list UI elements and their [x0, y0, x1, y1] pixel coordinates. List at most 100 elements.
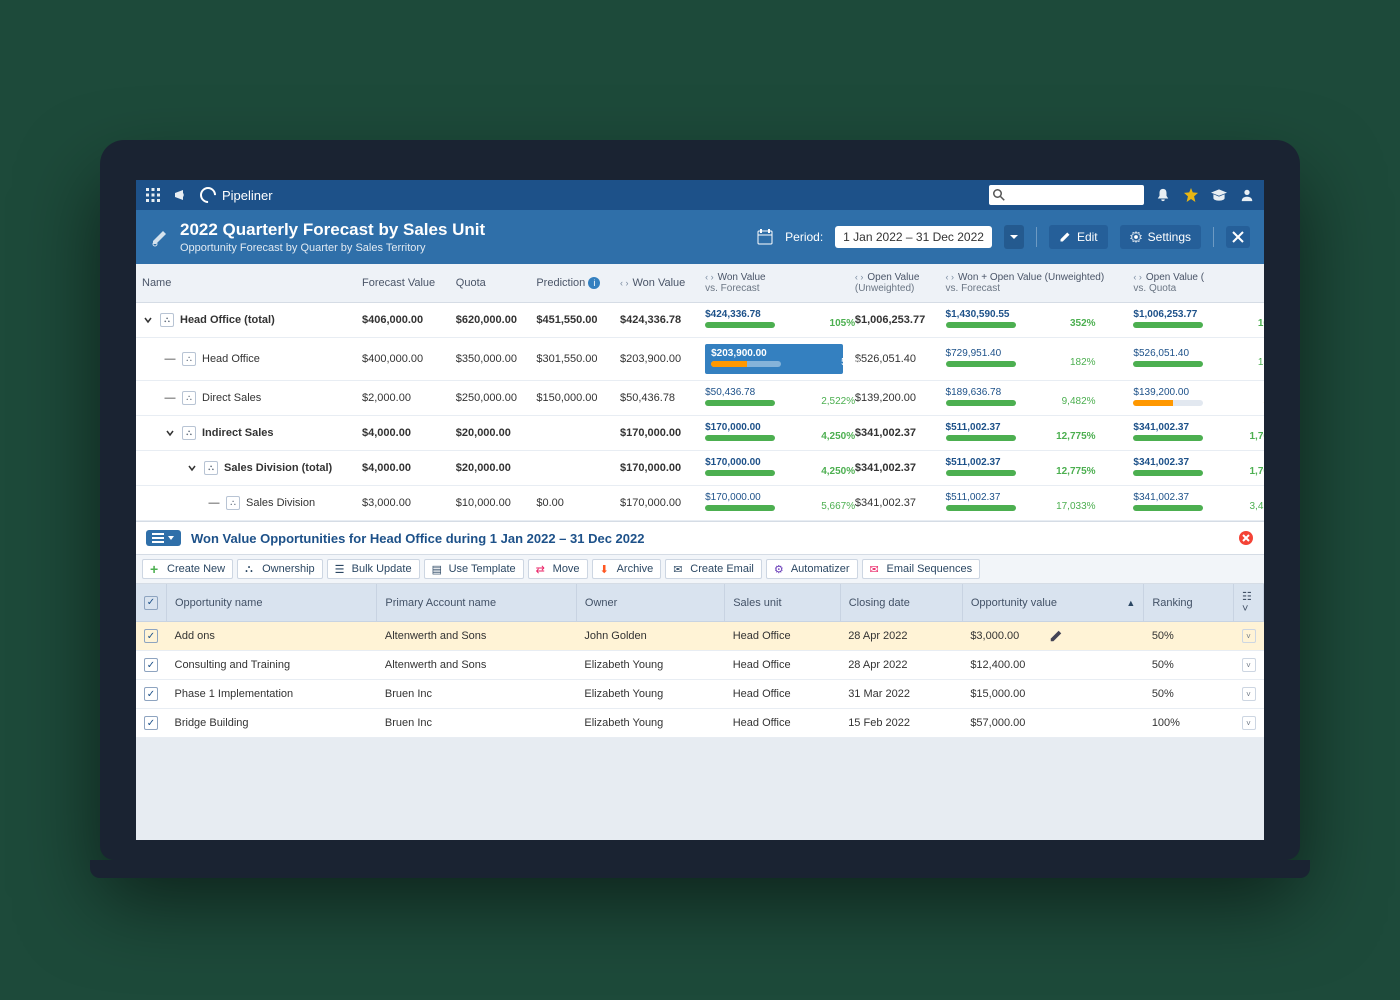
cell-won-plus-open: $1,430,590.55 352% [940, 303, 1128, 338]
col-prediction[interactable]: Prediction i [530, 264, 614, 303]
move-button[interactable]: ⇄Move [528, 559, 588, 579]
brand-logo[interactable]: Pipeliner [200, 187, 273, 203]
email-sequences-button[interactable]: ✉Email Sequences [862, 559, 981, 579]
archive-button[interactable]: ⬇Archive [592, 559, 662, 579]
gear-icon [1130, 231, 1142, 243]
row-name: Direct Sales [202, 392, 261, 404]
automatizer-button[interactable]: ⚙Automatizer [766, 559, 858, 579]
select-all-checkbox[interactable] [144, 596, 158, 610]
col-won[interactable]: ‹ ›Won Value [614, 264, 699, 303]
forecast-row[interactable]: ⛬Indirect Sales $4,000.00 $20,000.00 $17… [136, 416, 1264, 451]
cell-account: Altenwerth and Sons [377, 622, 576, 651]
cell-owner: John Golden [576, 622, 724, 651]
cell-won-vs-forecast: $50,436.78 2,522% [699, 381, 849, 416]
col-quota[interactable]: Quota [450, 264, 531, 303]
cell-quota: $350,000.00 [450, 338, 531, 381]
chevron-down-icon[interactable] [164, 428, 176, 438]
bell-icon[interactable] [1154, 186, 1172, 204]
ownership-button[interactable]: ⛬Ownership [237, 559, 323, 579]
template-icon: ▤ [432, 563, 444, 575]
close-section-button[interactable] [1238, 530, 1254, 546]
col-owner[interactable]: Owner [576, 584, 724, 622]
col-opp-name[interactable]: Opportunity name [167, 584, 377, 622]
view-menu-button[interactable] [146, 530, 181, 546]
cell-close: 31 Mar 2022 [840, 680, 962, 709]
chevron-down-icon[interactable] [186, 463, 198, 473]
row-menu-dropdown[interactable]: ˅ [1242, 716, 1256, 730]
edit-button[interactable]: Edit [1049, 225, 1108, 249]
cell-unit: Head Office [725, 622, 840, 651]
cell-open-vs-quota: $526,051.40 150% [1127, 338, 1264, 381]
org-unit-icon: ⛬ [182, 426, 196, 440]
col-ranking[interactable]: Ranking [1144, 584, 1234, 622]
row-checkbox[interactable] [144, 629, 158, 643]
chevron-down-icon[interactable] [142, 315, 154, 325]
cell-forecast: $2,000.00 [356, 381, 450, 416]
user-icon[interactable] [1238, 186, 1256, 204]
cell-value: $12,400.00 [962, 651, 1144, 680]
cell-opp-name: Consulting and Training [167, 651, 377, 680]
col-view-options[interactable]: ☷ ˅ [1234, 584, 1264, 622]
cell-account: Bruen Inc [377, 680, 576, 709]
megaphone-icon[interactable] [172, 186, 190, 204]
opportunity-row[interactable]: Add ons Altenwerth and Sons John Golden … [136, 622, 1264, 651]
apps-grid-icon[interactable] [144, 186, 162, 204]
close-circle-icon [1238, 530, 1254, 546]
col-checkbox[interactable] [136, 584, 167, 622]
col-opp-value[interactable]: Opportunity value▲ [962, 584, 1144, 622]
collapse-dash-icon[interactable]: — [164, 392, 176, 404]
col-sales-unit[interactable]: Sales unit [725, 584, 840, 622]
period-selector[interactable]: 1 Jan 2022 – 31 Dec 2022 [835, 226, 992, 248]
row-checkbox[interactable] [144, 687, 158, 701]
forecast-row[interactable]: —⛬Sales Division $3,000.00 $10,000.00 $0… [136, 486, 1264, 521]
opportunity-row[interactable]: Phase 1 Implementation Bruen Inc Elizabe… [136, 680, 1264, 709]
nav-arrows-icon[interactable]: ‹ › [620, 278, 629, 288]
info-icon[interactable]: i [588, 277, 600, 289]
cell-prediction [530, 451, 614, 486]
row-checkbox[interactable] [144, 716, 158, 730]
star-icon[interactable] [1182, 186, 1200, 204]
cell-forecast: $4,000.00 [356, 451, 450, 486]
forecast-row[interactable]: ⛬Head Office (total) $406,000.00 $620,00… [136, 303, 1264, 338]
row-menu-dropdown[interactable]: ˅ [1242, 687, 1256, 701]
chevron-down-icon [1009, 232, 1019, 242]
forecast-row[interactable]: ⛬Sales Division (total) $4,000.00 $20,00… [136, 451, 1264, 486]
collapse-dash-icon[interactable]: — [208, 497, 220, 509]
col-closing-date[interactable]: Closing date [840, 584, 962, 622]
col-open-unweighted[interactable]: ‹ ›Open Value(Unweighted) [849, 264, 940, 303]
org-unit-icon: ⛬ [160, 313, 174, 327]
graduation-cap-icon[interactable] [1210, 186, 1228, 204]
bulk-update-button[interactable]: ☰Bulk Update [327, 559, 420, 579]
columns-icon[interactable]: ☷ ˅ [1242, 591, 1252, 615]
row-checkbox[interactable] [144, 658, 158, 672]
opportunities-toolbar: +Create New ⛬Ownership ☰Bulk Update ▤Use… [136, 555, 1264, 584]
col-name[interactable]: Name [136, 264, 356, 303]
edit-row-icon[interactable] [1049, 629, 1063, 643]
collapse-dash-icon[interactable]: — [164, 353, 176, 365]
cell-forecast: $3,000.00 [356, 486, 450, 521]
global-search[interactable] [989, 185, 1144, 205]
forecast-row[interactable]: —⛬Head Office $400,000.00 $350,000.00 $3… [136, 338, 1264, 381]
col-open-vs-quota[interactable]: ‹ ›Open Value (vs. Quota [1127, 264, 1264, 303]
col-forecast[interactable]: Forecast Value [356, 264, 450, 303]
col-won-vs-forecast[interactable]: ‹ ›Won Valuevs. Forecast [699, 264, 849, 303]
cell-quota: $250,000.00 [450, 381, 531, 416]
row-menu-dropdown[interactable]: ˅ [1242, 629, 1256, 643]
opportunity-row[interactable]: Bridge Building Bruen Inc Elizabeth Youn… [136, 709, 1264, 738]
plus-icon: + [150, 563, 162, 575]
col-won-plus-open[interactable]: ‹ ›Won + Open Value (Unweighted)vs. Fore… [940, 264, 1128, 303]
period-dropdown-button[interactable] [1004, 225, 1024, 249]
create-email-button[interactable]: ✉Create Email [665, 559, 762, 579]
row-menu-dropdown[interactable]: ˅ [1242, 658, 1256, 672]
opportunity-row[interactable]: Consulting and Training Altenwerth and S… [136, 651, 1264, 680]
close-button[interactable] [1226, 226, 1250, 248]
forecast-row[interactable]: —⛬Direct Sales $2,000.00 $250,000.00 $15… [136, 381, 1264, 416]
use-template-button[interactable]: ▤Use Template [424, 559, 524, 579]
cell-account: Bruen Inc [377, 709, 576, 738]
cell-won: $170,000.00 [614, 451, 699, 486]
edit-view-icon[interactable] [150, 227, 170, 247]
create-new-button[interactable]: +Create New [142, 559, 233, 579]
col-account[interactable]: Primary Account name [377, 584, 576, 622]
settings-button[interactable]: Settings [1120, 225, 1201, 249]
cell-won-vs-forecast: $170,000.00 5,667% [699, 486, 849, 521]
